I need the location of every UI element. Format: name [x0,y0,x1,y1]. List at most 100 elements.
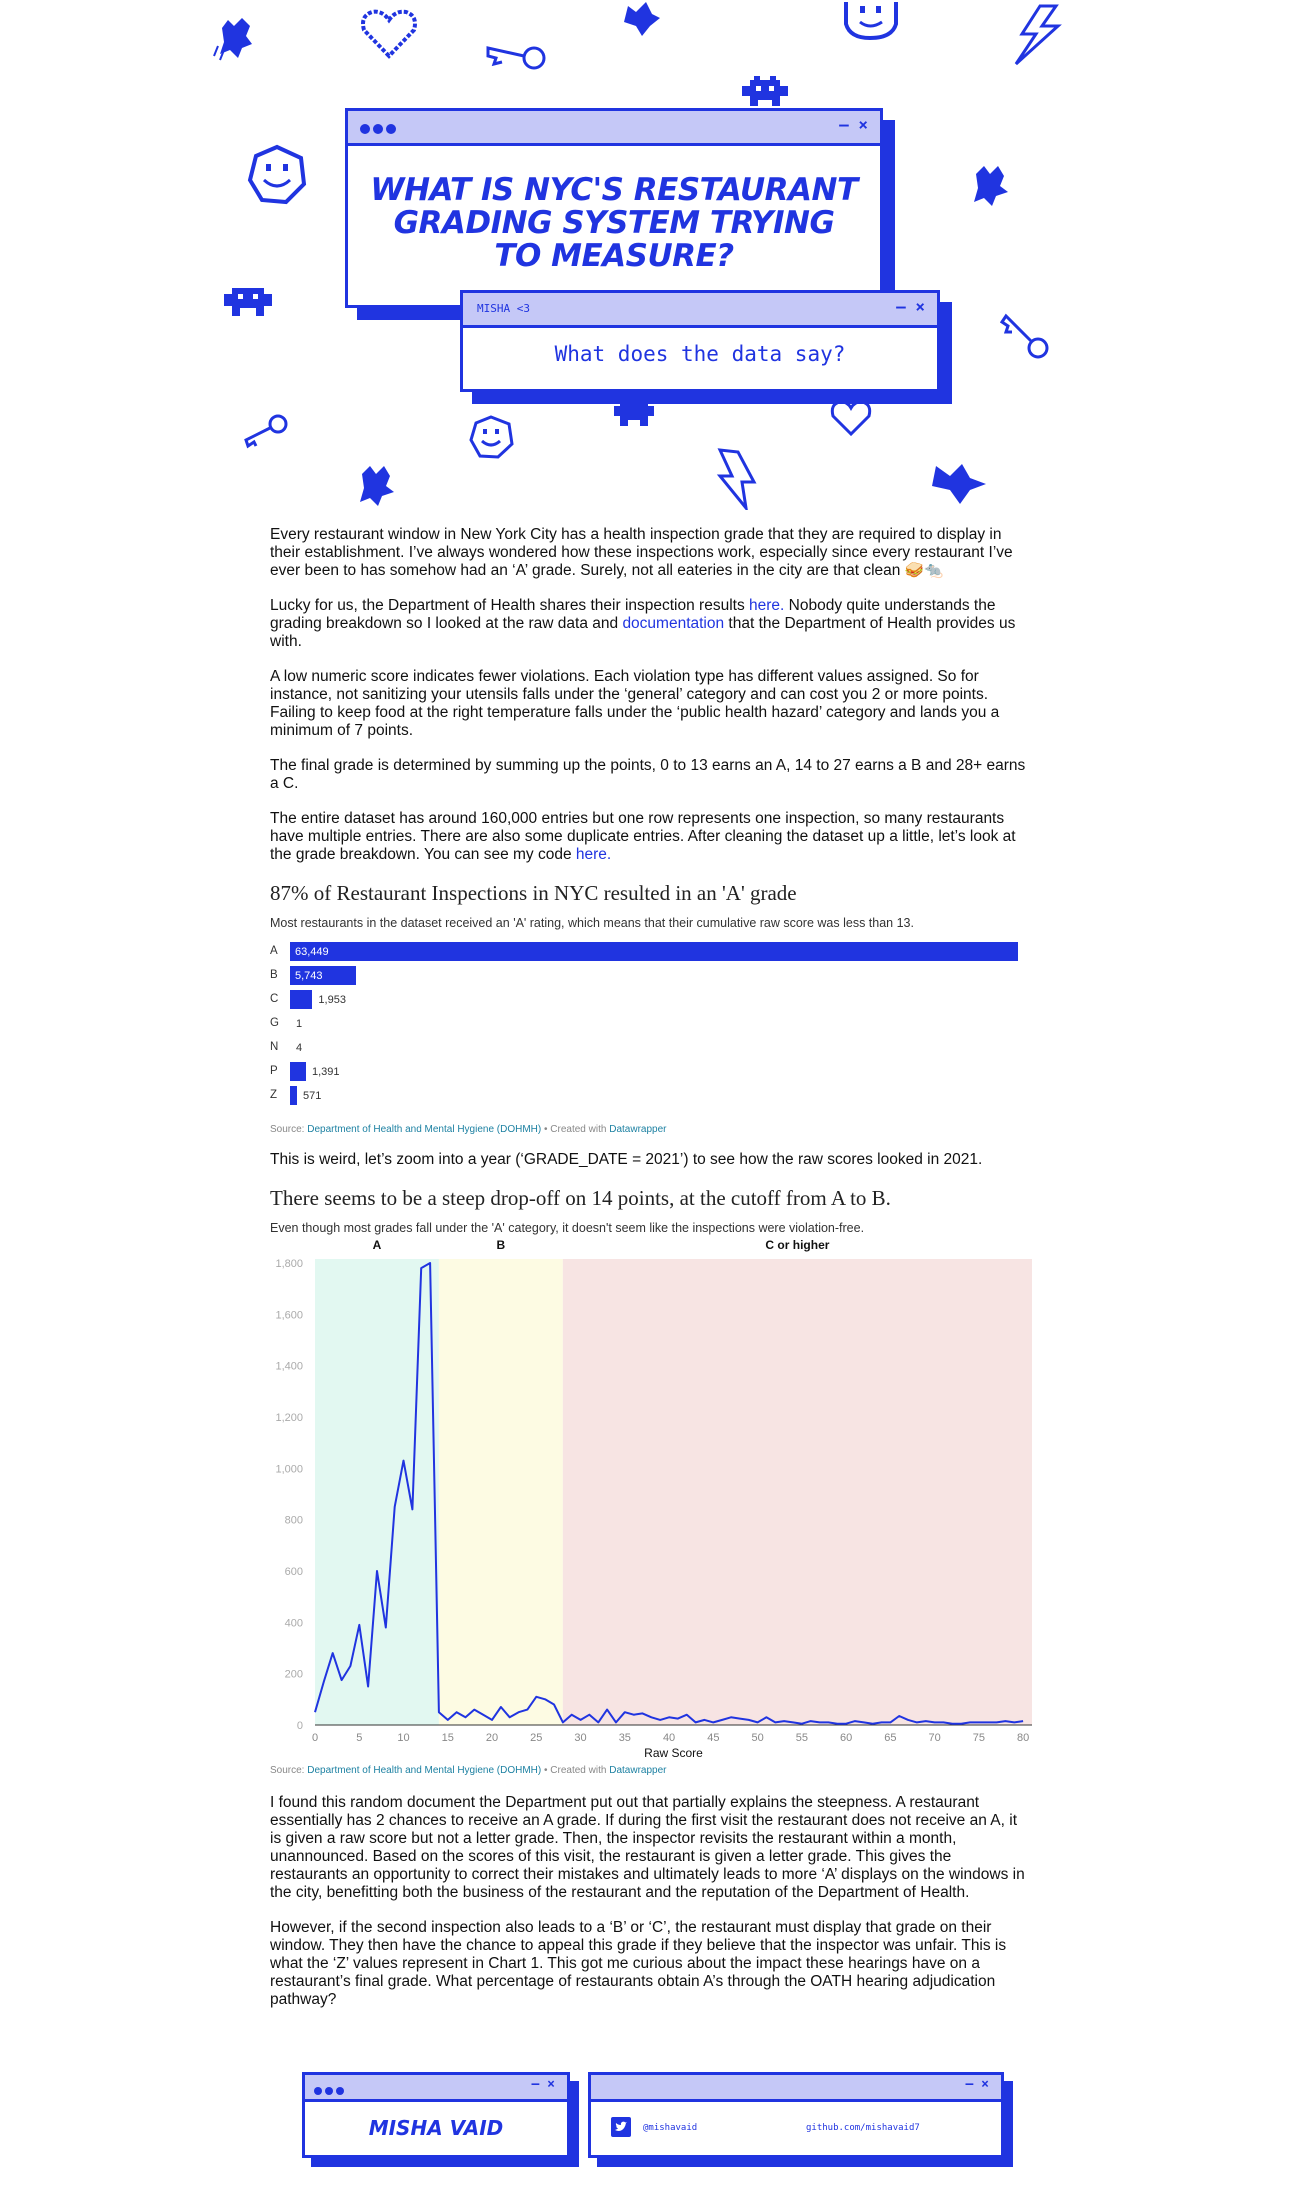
bar-category-label: N [270,1041,279,1053]
bar-mark [290,942,1018,961]
paragraph-grades: The final grade is determined by summing… [270,757,1026,792]
bar-row-c: C 1,953 [270,988,1032,1012]
x-tick-label: 80 [1017,1732,1029,1744]
x-tick-label: 25 [530,1732,542,1744]
x-tick-label: 10 [397,1732,409,1744]
subtitle-window: MISHA <3 – × What does the data say? [460,290,940,392]
datawrapper-link[interactable]: Datawrapper [609,1765,666,1776]
data-link[interactable]: here. [749,597,784,614]
bar-row-n: N4 [270,1036,1032,1060]
datawrapper-link[interactable]: Datawrapper [609,1124,666,1135]
raw-score-line-chart: There seems to be a steep drop-off on 14… [270,1186,1032,1776]
window-controls[interactable]: – × [839,115,868,134]
subtitle-window-label: MISHA <3 [477,302,530,315]
bar-row-p: P 1,391 [270,1060,1032,1084]
chart-source: Source: Department of Health and Mental … [270,1765,1032,1776]
source-link[interactable]: Department of Health and Mental Hygiene … [307,1765,541,1776]
paragraph-data-source: Lucky for us, the Department of Health s… [270,597,1032,651]
bar-value-label: 1 [296,1018,303,1030]
bar-category-label: G [270,1017,279,1029]
subtitle-title-bar: MISHA <3 – × [463,293,937,328]
twitter-icon[interactable] [611,2117,631,2137]
y-tick-label: 1,600 [275,1309,303,1321]
grade-bar-chart: 87% of Restaurant Inspections in NYC res… [270,881,1032,1135]
x-tick-label: 45 [707,1732,719,1744]
key-icon [244,414,288,449]
bar-list: A 63,449 B 5,743 C 1,953 G 1 N 4 P 1,391 Z 571 [270,940,1032,1108]
key-icon [1000,313,1049,359]
paragraph-document: I found this random document the Departm… [270,1794,1025,1901]
space-invader-icon [614,402,654,426]
source-middle: • Created with [541,1765,610,1776]
chart-description: Even though most grades fall under the '… [270,1221,865,1235]
paragraph-dataset: The entire dataset has around 160,000 en… [270,810,1032,864]
x-tick-label: 0 [312,1732,318,1744]
bar-value-label: 63,449 [295,946,329,958]
source-prefix: Source: [270,1124,308,1135]
x-tick-label: 50 [751,1732,763,1744]
x-tick-label: 30 [574,1732,586,1744]
window-controls[interactable]: – × [966,2077,989,2092]
twitter-handle[interactable]: @mishavaid [643,2123,697,2133]
github-link[interactable]: github.com/mishavaid7 [806,2123,920,2133]
heart-icon [830,400,872,436]
x-tick-label: 15 [442,1732,454,1744]
text: The entire dataset has around 160,000 en… [270,810,1016,863]
bar-row-g: G1 [270,1012,1032,1036]
lightning-icon [716,448,757,510]
window-dots [314,2082,347,2100]
ghost-icon [624,2,660,36]
hero-banner: – × What is NYC's Restaurant Grading Sys… [0,0,1300,520]
author-window: – × Misha Vaid [302,2072,570,2158]
y-tick-label: 400 [285,1617,303,1629]
paragraph-intro: Every restaurant window in New York City… [270,526,1013,579]
window-dots [360,121,399,139]
y-tick-label: 1,200 [275,1412,303,1424]
page-title: What is NYC's Restaurant Grading System … [370,172,858,274]
lightning-icon [1014,4,1062,66]
paragraph-zoom: This is weird, let’s zoom into a year (‘… [270,1151,983,1168]
paragraph-scoring: A low numeric score indicates fewer viol… [270,668,1000,739]
chart-description: Most restaurants in the dataset received… [270,916,914,930]
paragraph-appeal: However, if the second inspection also l… [270,1919,1007,2008]
space-invader-icon [224,288,272,316]
chart-title: 87% of Restaurant Inspections in NYC res… [270,881,797,905]
bar-category-label: C [270,993,279,1005]
bar-value-label: 571 [303,1090,322,1102]
author-title-bar: – × [305,2075,567,2102]
bar-value-label: 4 [296,1042,303,1054]
ghost-icon [213,18,252,61]
documentation-link[interactable]: documentation [622,615,724,632]
line-chart-svg: ABC or higher02004006008001,0001,2001,40… [275,1238,1032,1760]
source-middle: • Created with [541,1124,610,1135]
bar-value-label: 5,743 [295,970,323,982]
key-icon [486,46,546,70]
ghost-icon [932,464,986,504]
y-tick-label: 1,800 [275,1258,303,1270]
window-controls[interactable]: – × [896,297,925,316]
x-tick-label: 75 [973,1732,985,1744]
y-tick-label: 600 [285,1566,303,1578]
x-tick-label: 5 [356,1732,362,1744]
y-tick-label: 1,000 [275,1463,303,1475]
bar-mark [290,1062,306,1081]
space-invader-icon [742,76,788,106]
x-tick-label: 55 [796,1732,808,1744]
bar-category-label: Z [270,1089,278,1101]
chart-source: Source: Department of Health and Mental … [270,1124,1032,1135]
bar-category-label: A [270,945,278,957]
bar-value-label: 1,953 [318,994,346,1006]
x-axis-label: Raw Score [644,1746,703,1760]
grade-zone-c-or-higher [562,1259,1032,1725]
source-link[interactable]: Department of Health and Mental Hygiene … [307,1124,541,1135]
code-link[interactable]: here. [576,846,611,863]
bar-mark [290,990,313,1009]
y-tick-label: 800 [285,1515,303,1527]
x-tick-label: 60 [840,1732,852,1744]
bar-row-b: B 5,743 [270,964,1032,988]
ghost-icon [360,466,394,506]
x-tick-label: 20 [486,1732,498,1744]
zone-label: B [497,1238,506,1252]
bar-value-label: 1,391 [311,1066,340,1078]
window-controls[interactable]: – × [532,2077,555,2092]
